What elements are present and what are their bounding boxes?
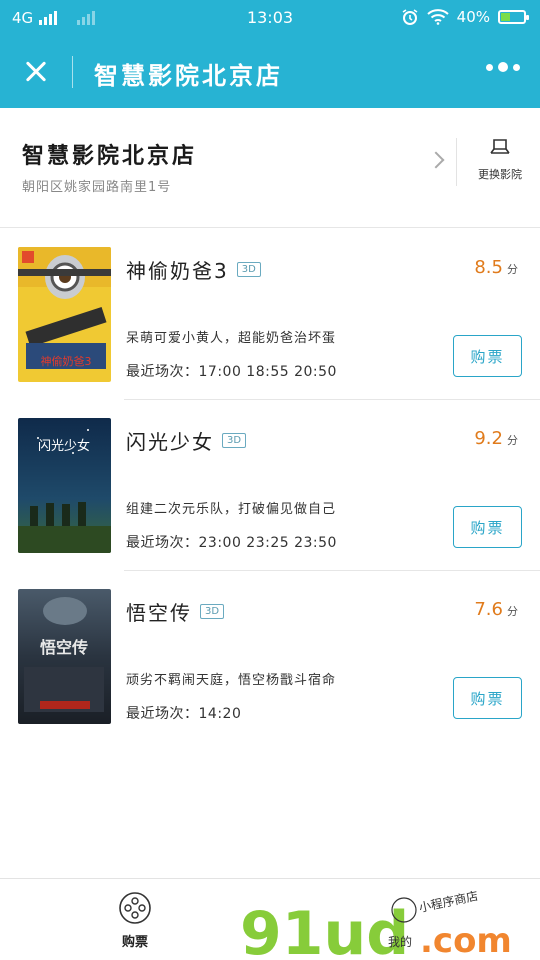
movie-description: 顽劣不羁闹天庭，悟空杨戬斗宿命 <box>126 673 337 688</box>
change-cinema-button[interactable]: 更换影院 <box>466 138 534 190</box>
alarm-icon <box>402 9 418 25</box>
more-dots-icon[interactable] <box>486 62 520 72</box>
movie-title: 闪光少女 <box>126 430 214 454</box>
battery-icon <box>498 10 529 24</box>
app-header: 智慧影院北京店 <box>0 36 540 108</box>
movie-title: 悟空传 <box>126 601 192 625</box>
rating-unit: 分 <box>507 263 518 276</box>
movie-rating: 7.6 分 <box>474 599 518 620</box>
movie-showtimes: 最近场次：14:20 <box>126 706 242 722</box>
rating-value: 7.6 <box>474 599 503 620</box>
change-cinema-label: 更换影院 <box>478 168 522 181</box>
battery-percent: 40% <box>456 8 490 26</box>
movie-rating: 8.5 分 <box>474 257 518 278</box>
close-icon[interactable] <box>14 50 58 94</box>
poster-caption: 悟空传 <box>40 638 88 657</box>
header-divider <box>72 56 73 88</box>
movie-item[interactable]: 闪光少女 闪光少女 3D 9.2 分 组建二次元乐队，打破偏见做自己 最近场次：… <box>0 400 540 571</box>
rating-value: 9.2 <box>474 428 503 449</box>
movie-title-row: 神偷奶爸3 3D <box>126 255 261 284</box>
format-badge: 3D <box>236 262 261 277</box>
bottom-tab-bar: 购票 <box>0 878 540 960</box>
top-bar: 4G 13:03 40% 智慧影院北京店 <box>0 0 540 108</box>
movie-showtimes: 最近场次：23:00 23:25 23:50 <box>126 535 337 551</box>
movie-title-row: 闪光少女 3D <box>126 426 247 455</box>
status-bar: 4G 13:03 40% <box>0 0 540 36</box>
movie-poster[interactable]: 悟空传 <box>18 589 111 724</box>
format-badge: 3D <box>200 604 225 619</box>
cinema-divider <box>456 138 457 186</box>
movie-item[interactable]: 神偷奶爸3 神偷奶爸3 3D 8.5 分 呆萌可爱小黄人，超能奶爸治坏蛋 最近场… <box>0 229 540 400</box>
wifi-icon <box>426 9 449 25</box>
movie-description: 组建二次元乐队，打破偏见做自己 <box>126 502 337 517</box>
movie-showtimes: 最近场次：17:00 18:55 20:50 <box>126 364 337 380</box>
movie-poster[interactable]: 神偷奶爸3 <box>18 247 111 382</box>
poster-caption: 闪光少女 <box>38 438 90 454</box>
movie-poster[interactable]: 闪光少女 <box>18 418 111 553</box>
rating-value: 8.5 <box>474 257 503 278</box>
movie-description: 呆萌可爱小黄人，超能奶爸治坏蛋 <box>126 331 337 346</box>
buy-ticket-button[interactable]: 购票 <box>453 506 522 548</box>
buy-ticket-button[interactable]: 购票 <box>453 335 522 377</box>
page-title: 智慧影院北京店 <box>94 62 283 90</box>
movie-rating: 9.2 分 <box>474 428 518 449</box>
tab-buy-tickets[interactable]: 购票 <box>110 891 160 950</box>
buy-ticket-button[interactable]: 购票 <box>453 677 522 719</box>
movie-item[interactable]: 悟空传 悟空传 3D 7.6 分 顽劣不羁闹天庭，悟空杨戬斗宿命 最近场次：14… <box>0 571 540 742</box>
cinema-address: 朝阳区姚家园路南里1号 <box>22 180 172 195</box>
movie-title: 神偷奶爸3 <box>126 259 229 283</box>
cinema-name: 智慧影院北京店 <box>22 144 198 169</box>
movie-title-row: 悟空传 3D <box>126 597 225 626</box>
status-right: 40% <box>401 8 529 26</box>
tab-buy-label: 购票 <box>121 935 148 950</box>
cinema-info[interactable]: 智慧影院北京店 朝阳区姚家园路南里1号 更换影院 <box>0 108 540 228</box>
poster-caption: 神偷奶爸3 <box>41 354 92 368</box>
rating-unit: 分 <box>507 434 518 447</box>
rating-unit: 分 <box>507 605 518 618</box>
chevron-right-icon[interactable] <box>427 151 445 169</box>
film-reel-icon <box>119 892 151 924</box>
cinema-swap-icon <box>490 139 510 154</box>
format-badge: 3D <box>222 433 247 448</box>
